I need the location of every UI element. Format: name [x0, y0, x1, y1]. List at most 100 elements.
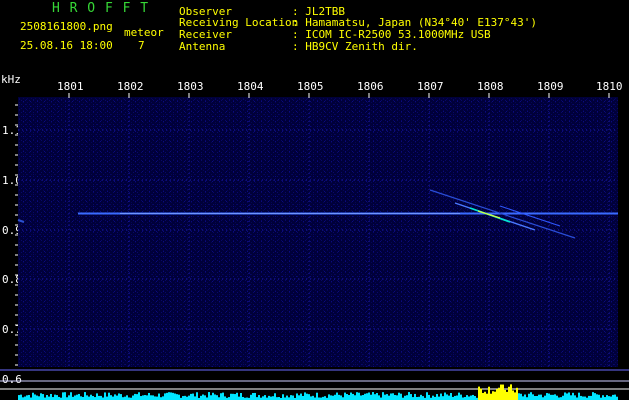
activity-sample — [366, 393, 368, 400]
activity-sample — [224, 396, 226, 400]
activity-sample — [168, 392, 170, 400]
activity-sample — [214, 394, 216, 400]
activity-sample — [456, 395, 458, 400]
activity-sample — [48, 396, 50, 400]
hrofft-window: H R O F F T 2508161800.png meteor 25.08.… — [0, 0, 629, 400]
activity-sample — [170, 392, 172, 400]
activity-sample — [150, 395, 152, 400]
activity-sample — [548, 393, 550, 400]
activity-sample — [544, 395, 546, 400]
activity-sample — [240, 393, 242, 400]
activity-sample — [550, 394, 552, 400]
activity-sample — [612, 394, 614, 400]
activity-sample — [40, 393, 42, 400]
activity-sample — [602, 395, 604, 400]
activity-sample — [518, 393, 520, 400]
activity-sample — [510, 384, 512, 400]
activity-sample — [390, 393, 392, 400]
activity-sample — [520, 393, 522, 400]
activity-sample — [352, 393, 354, 400]
activity-sample — [200, 395, 202, 400]
activity-sample — [36, 395, 38, 400]
activity-sample — [450, 393, 452, 400]
activity-sample — [268, 395, 270, 400]
activity-sample — [336, 392, 338, 400]
activity-sample — [606, 395, 608, 400]
activity-sample — [290, 395, 292, 400]
activity-sample — [166, 392, 168, 400]
activity-sample — [324, 396, 326, 400]
activity-sample — [574, 395, 576, 400]
activity-sample — [126, 395, 128, 400]
activity-sample — [522, 396, 524, 400]
activity-sample — [530, 392, 532, 400]
activity-sample — [362, 395, 364, 400]
activity-sample — [500, 384, 502, 400]
activity-sample — [338, 394, 340, 400]
activity-sample — [76, 394, 78, 400]
activity-sample — [348, 395, 350, 400]
activity-sample — [608, 396, 610, 400]
activity-sample — [68, 395, 70, 400]
activity-sample — [350, 392, 352, 400]
activity-sample — [404, 395, 406, 400]
activity-sample — [146, 395, 148, 400]
activity-sample — [62, 392, 64, 400]
activity-sample — [524, 394, 526, 400]
activity-sample — [114, 394, 116, 400]
activity-sample — [494, 391, 496, 400]
activity-sample — [300, 393, 302, 400]
activity-sample — [64, 392, 66, 400]
activity-sample — [562, 395, 564, 400]
activity-sample — [312, 395, 314, 400]
activity-sample — [432, 395, 434, 400]
activity-sample — [388, 395, 390, 400]
activity-sample — [18, 395, 20, 400]
activity-sample — [376, 393, 378, 400]
activity-sample — [422, 396, 424, 400]
activity-sample — [448, 395, 450, 400]
activity-sample — [440, 393, 442, 400]
activity-sample — [378, 395, 380, 400]
activity-sample — [134, 393, 136, 400]
activity-sample — [398, 392, 400, 400]
activity-sample — [516, 387, 518, 400]
activity-sample — [270, 396, 272, 400]
activity-sample — [498, 387, 500, 400]
activity-sample — [534, 395, 536, 400]
activity-sample — [178, 394, 180, 400]
activity-sample — [236, 392, 238, 400]
activity-sample — [472, 394, 474, 400]
activity-sample — [222, 392, 224, 400]
activity-sample — [572, 392, 574, 400]
activity-sample — [136, 394, 138, 400]
activity-sample — [514, 392, 516, 400]
activity-sample — [360, 395, 362, 400]
activity-sample — [482, 392, 484, 400]
activity-sample — [154, 396, 156, 400]
activity-sample — [24, 396, 26, 400]
activity-sample — [454, 395, 456, 400]
activity-sample — [142, 395, 144, 400]
activity-sample — [400, 393, 402, 400]
activity-sample — [112, 396, 114, 400]
activity-sample — [116, 395, 118, 400]
activity-sample — [420, 394, 422, 400]
activity-sample — [568, 392, 570, 400]
activity-sample — [596, 394, 598, 400]
activity-sample — [230, 393, 232, 400]
activity-sample — [118, 393, 120, 400]
activity-sample — [374, 394, 376, 400]
activity-sample — [588, 395, 590, 400]
activity-sample — [564, 392, 566, 400]
activity-sample — [488, 386, 490, 400]
activity-sample — [306, 393, 308, 400]
activity-sample — [158, 393, 160, 400]
activity-sample — [258, 395, 260, 400]
activity-sample — [358, 392, 360, 400]
activity-sample — [184, 395, 186, 400]
activity-sample — [152, 395, 154, 400]
activity-sample — [316, 392, 318, 400]
activity-sample — [346, 394, 348, 400]
activity-sample — [364, 393, 366, 400]
